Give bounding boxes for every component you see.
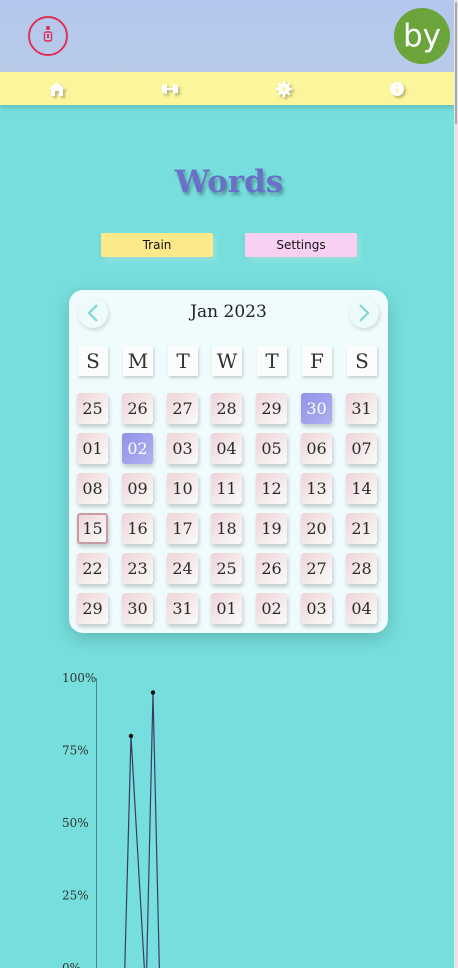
info-icon (390, 81, 405, 96)
y-tick-label: 50% (62, 816, 89, 830)
nav-train[interactable] (114, 72, 228, 105)
nav-info[interactable] (341, 72, 455, 105)
weekday-label: S (347, 346, 377, 376)
calendar-day[interactable]: 13 (301, 473, 332, 504)
calendar-day[interactable]: 05 (256, 433, 287, 464)
calendar-day[interactable]: 30 (122, 593, 153, 624)
y-tick-label: 75% (62, 744, 89, 758)
calendar-day[interactable]: 27 (167, 393, 198, 424)
calendar-day[interactable]: 26 (256, 553, 287, 584)
data-point (128, 733, 134, 739)
calendar-day[interactable]: 31 (346, 393, 377, 424)
avatar[interactable]: by (394, 8, 450, 64)
calendar-day[interactable]: 25 (211, 553, 242, 584)
weekday-label: M (123, 346, 153, 376)
settings-button[interactable]: Settings (245, 233, 357, 257)
gear-icon (275, 80, 292, 97)
progress-chart: 100% 75% 50% 25% 0% (62, 671, 160, 968)
y-tick-label: 25% (62, 889, 89, 903)
calendar-day[interactable]: 18 (211, 513, 242, 544)
calendar-day[interactable]: 08 (77, 473, 108, 504)
calendar-day[interactable]: 27 (301, 553, 332, 584)
next-month-button[interactable] (349, 298, 379, 328)
weekday-label: F (302, 346, 332, 376)
data-point (150, 690, 156, 695)
calendar-day[interactable]: 10 (167, 473, 198, 504)
calendar-day[interactable]: 03 (167, 433, 198, 464)
calendar-day[interactable]: 09 (122, 473, 153, 504)
y-tick-label: 100% (62, 671, 96, 685)
home-icon (48, 81, 65, 96)
calendar-day[interactable]: 15 (77, 513, 108, 544)
calendar-day[interactable]: 07 (346, 433, 377, 464)
calendar-day[interactable]: 02 (256, 593, 287, 624)
nav-home[interactable] (0, 72, 114, 105)
shield-person-icon (43, 26, 53, 42)
calendar-day[interactable]: 03 (301, 593, 332, 624)
scrollbar-thumb[interactable] (455, 2, 457, 124)
calendar-day[interactable]: 28 (211, 393, 242, 424)
calendar-day[interactable]: 02 (122, 433, 153, 464)
calendar-day[interactable]: 01 (77, 433, 108, 464)
calendar-day[interactable]: 11 (211, 473, 242, 504)
calendar-day[interactable]: 24 (167, 553, 198, 584)
calendar-day[interactable]: 04 (211, 433, 242, 464)
calendar-day[interactable]: 12 (256, 473, 287, 504)
calendar-day[interactable]: 16 (122, 513, 153, 544)
calendar-day[interactable]: 31 (167, 593, 198, 624)
calendar-day[interactable]: 23 (122, 553, 153, 584)
calendar-month-label: Jan 2023 (190, 302, 267, 322)
y-tick-label: 0% (62, 961, 81, 968)
calendar-day[interactable]: 14 (346, 473, 377, 504)
calendar-day[interactable]: 29 (256, 393, 287, 424)
calendar-day[interactable]: 21 (346, 513, 377, 544)
nav-settings[interactable] (227, 72, 341, 105)
calendar-day[interactable]: 04 (346, 593, 377, 624)
weekday-label: T (257, 346, 287, 376)
weekday-label: W (212, 346, 242, 376)
calendar-day[interactable]: 01 (211, 593, 242, 624)
calendar-day[interactable]: 19 (256, 513, 287, 544)
app-logo[interactable] (28, 16, 68, 56)
calendar-day[interactable]: 30 (301, 393, 332, 424)
page-title: Words (174, 164, 284, 200)
nav-bar (0, 72, 454, 105)
calendar-day[interactable]: 28 (346, 553, 377, 584)
weekday-label: T (168, 346, 198, 376)
calendar-day[interactable]: 29 (77, 593, 108, 624)
dumbbell-icon (162, 83, 179, 94)
calendar-day[interactable]: 20 (301, 513, 332, 544)
calendar-day[interactable]: 22 (77, 553, 108, 584)
chevron-right-icon (359, 304, 370, 322)
calendar-day[interactable]: 06 (301, 433, 332, 464)
calendar: Jan 2023 SMTWTFS 25 26 27 28 29 30 31 01 02 03 04 0… (69, 290, 388, 633)
weekday-label: S (78, 346, 108, 376)
calendar-day[interactable]: 26 (122, 393, 153, 424)
train-button[interactable]: Train (101, 233, 213, 257)
calendar-day[interactable]: 25 (77, 393, 108, 424)
calendar-day[interactable]: 17 (167, 513, 198, 544)
top-bar: by (0, 0, 458, 72)
series-line (124, 692, 160, 968)
